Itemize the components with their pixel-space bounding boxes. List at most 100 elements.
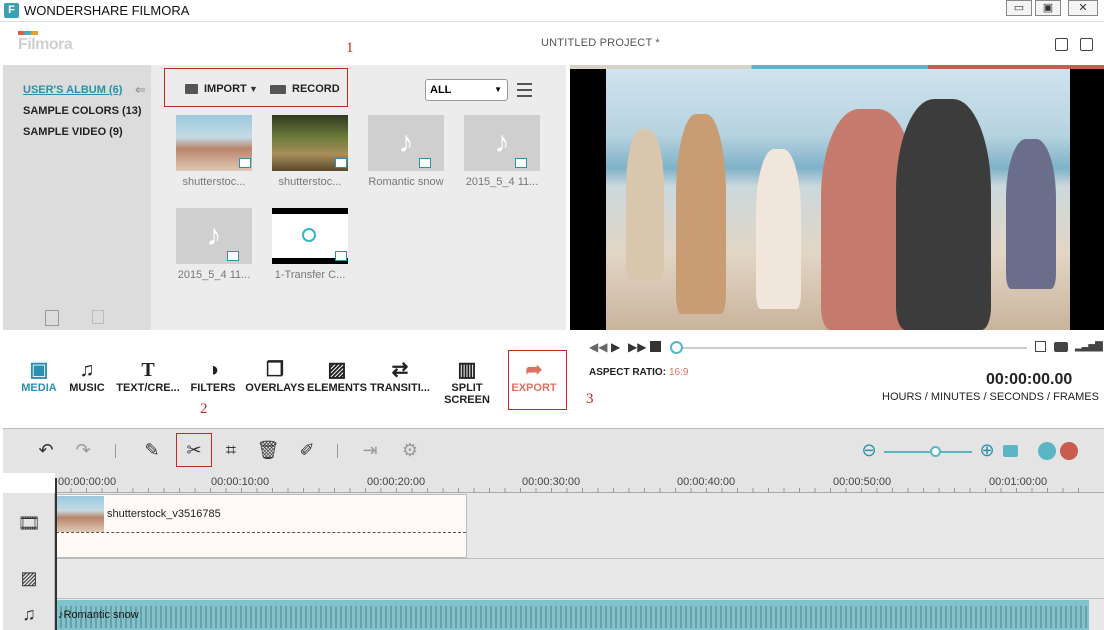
render-icon[interactable] [1060,442,1078,460]
aspect-ratio-label: ASPECT RATIO: [589,367,667,378]
zoom-out-icon[interactable]: ⊖ [857,440,881,461]
elements-icon: ▨ [327,359,347,381]
tab-filters-label: FILTERS [190,382,236,394]
preview-figure [626,129,664,279]
tab-elements[interactable]: ▨ ELEMENTS [301,358,373,394]
rewind-icon[interactable]: ◀◀ [589,340,607,354]
split-icon[interactable]: ✂ [182,440,206,461]
aspect-ratio-value[interactable]: 16:9 [669,367,688,378]
ruler-tick-10: 00:00:10:00 [211,476,270,488]
playhead[interactable] [55,478,57,630]
music-note-icon: ♪ [494,126,510,159]
chevron-down-icon[interactable]: ▼ [249,84,258,94]
crop-icon[interactable]: ⌗ [219,440,243,461]
audio-badge-icon [419,158,431,168]
preview-figure [676,114,726,314]
maximize-button[interactable]: ▣ [1035,0,1061,16]
zoom-in-icon[interactable]: ⊕ [975,440,999,461]
undo-icon[interactable]: ↶ [34,440,58,461]
edit-pencil-icon[interactable]: ✎ [140,440,164,461]
logo-mark [18,31,38,35]
album-users[interactable]: USER'S ALBUM (6) [23,84,122,96]
timecode-units: HOURS / MINUTES / SECONDS / FRAMES [882,391,1099,403]
transitions-icon: ⇄ [391,359,409,381]
snapshot-icon[interactable] [1054,342,1068,352]
settings-icon[interactable]: ⚙ [398,440,422,461]
media-label-1: shutterstoc... [182,176,246,188]
timecode: 00:00:00.00 [986,371,1073,388]
import-button[interactable]: IMPORT [204,83,247,95]
playback-scrubber[interactable] [677,347,1027,349]
preview-frame [606,69,1070,330]
export-button[interactable]: ➦ EXPORT [499,358,569,394]
tab-transitions-label: TRANSITI... [370,382,430,394]
voiceover-icon[interactable]: ✐ [295,440,319,461]
ruler-tick-0: 00:00:00:00 [58,476,117,488]
audio-clip-label: ♪Romantic snow [58,609,139,621]
media-thumb-5[interactable]: ♪ [176,208,252,264]
detach-audio-icon[interactable]: ⇥ [358,440,382,461]
album-sample-colors[interactable]: SAMPLE COLORS (13) [23,105,142,117]
close-button[interactable]: ✕ [1068,0,1098,16]
fast-forward-icon[interactable]: ▶▶ [628,340,646,354]
separator [115,444,116,458]
video-track-icon: 🎞 [17,513,41,533]
camera-icon [270,85,286,94]
media-thumb-3[interactable]: ♪ [368,115,444,171]
video-badge-icon [335,158,347,168]
ruler-tick-50: 00:00:50:00 [833,476,892,488]
arrow-left-icon[interactable]: ⇐ [135,82,146,98]
minimize-button[interactable]: ▭ [1006,0,1032,16]
clip-thumbnail [56,496,104,532]
redo-icon[interactable]: ↷ [71,440,95,461]
save-icon[interactable] [1055,38,1068,51]
tab-transitions[interactable]: ⇄ TRANSITI... [364,358,436,394]
audio-waveform [55,606,1089,628]
logo: Filmora [18,36,73,53]
delete-icon[interactable]: 🗑 [256,440,280,461]
fullscreen-icon[interactable] [1035,341,1046,352]
volume-icon[interactable]: ▂▃▅▇ [1075,341,1103,352]
ruler-tick-20: 00:00:20:00 [367,476,426,488]
ruler-tick-30: 00:00:30:00 [522,476,581,488]
tab-split-screen[interactable]: ▥ SPLIT SCREEN [428,358,506,406]
music-note-icon: ♪ [398,126,414,159]
music-note-icon: ♪ [206,219,222,252]
split-screen-icon: ▥ [457,359,477,381]
menu-icon[interactable] [1080,38,1093,51]
scrubber-handle[interactable] [670,341,683,354]
export-arrow-icon: ➦ [525,359,543,381]
stop-icon[interactable] [650,341,661,352]
video-clip-label: shutterstock_v3516785 [107,508,221,520]
tab-split-screen-label: SPLIT SCREEN [444,382,490,406]
transfer-logo-icon [302,228,316,242]
filter-select[interactable]: ALL ▼ [425,79,508,101]
zoom-slider[interactable] [884,451,972,453]
text-icon: T [141,359,155,381]
music-track-icon: ♫ [22,604,36,624]
folder-icon [185,84,198,94]
album-sample-video[interactable]: SAMPLE VIDEO (9) [23,126,123,138]
media-thumb-4[interactable]: ♪ [464,115,540,171]
media-label-3: Romantic snow [368,176,444,188]
fit-timeline-icon[interactable] [1003,445,1018,457]
preview-figure [756,149,801,309]
add-album-icon[interactable] [45,310,59,326]
annotation-1: 1 [346,40,354,56]
tab-music-label: MUSIC [69,382,105,394]
list-view-icon[interactable] [517,83,532,97]
video-clip[interactable] [55,494,467,558]
delete-album-icon[interactable] [92,310,104,324]
track-manager-icon[interactable] [1038,442,1056,460]
audio-clip-name: Romantic snow [63,609,139,621]
audio-badge-icon [227,251,239,261]
zoom-handle[interactable] [930,446,941,457]
annotation-2: 2 [200,401,208,417]
tab-text[interactable]: T TEXT/CRE... [112,358,184,394]
project-title: UNTITLED PROJECT * [541,37,660,49]
record-button[interactable]: RECORD [292,83,340,95]
play-icon[interactable]: ▶ [611,340,620,354]
media-label-6: 1-Transfer C... [274,269,346,281]
separator [337,444,338,458]
preview-figure [896,99,991,330]
